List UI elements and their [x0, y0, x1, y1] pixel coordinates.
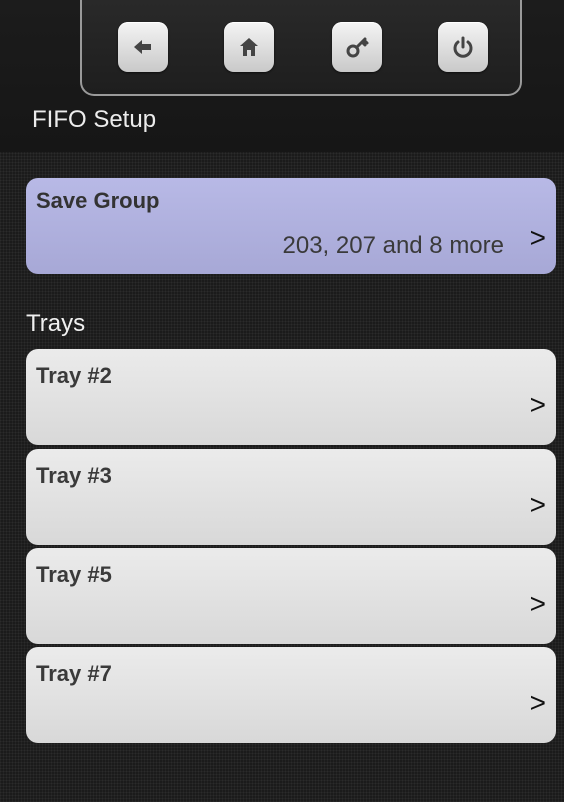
power-icon [453, 36, 473, 58]
tray-row-2[interactable]: Tray #2 > [26, 349, 556, 445]
tray-label: Tray #2 [36, 363, 112, 388]
header-region: FIFO Setup [0, 0, 564, 152]
chevron-right-icon: > [529, 687, 546, 718]
chevron-right-icon: > [529, 222, 546, 253]
save-group-label: Save Group [36, 188, 160, 213]
key-icon [346, 37, 369, 58]
page-title: FIFO Setup [32, 106, 157, 133]
nav-toolbar [80, 0, 522, 96]
chevron-right-icon: > [529, 489, 546, 520]
home-button[interactable] [224, 22, 274, 72]
key-button[interactable] [332, 22, 382, 72]
trays-section-label: Trays [26, 310, 86, 337]
chevron-right-icon: > [529, 588, 546, 619]
tray-label: Tray #7 [36, 661, 112, 686]
save-group-row[interactable]: Save Group 203, 207 and 8 more > [26, 178, 556, 274]
back-button[interactable] [118, 22, 168, 72]
save-group-value: 203, 207 and 8 more [282, 232, 505, 259]
tray-label: Tray #3 [36, 463, 112, 488]
home-icon [240, 38, 258, 56]
back-arrow-icon [134, 40, 151, 54]
chevron-right-icon: > [529, 389, 546, 420]
tray-row-5[interactable]: Tray #5 > [26, 548, 556, 644]
tray-row-7[interactable]: Tray #7 > [26, 647, 556, 743]
tray-label: Tray #5 [36, 562, 112, 587]
power-button[interactable] [438, 22, 488, 72]
tray-row-3[interactable]: Tray #3 > [26, 449, 556, 545]
app-screen: FIFO Setup Save Group 203, 207 and 8 mor… [0, 0, 564, 802]
